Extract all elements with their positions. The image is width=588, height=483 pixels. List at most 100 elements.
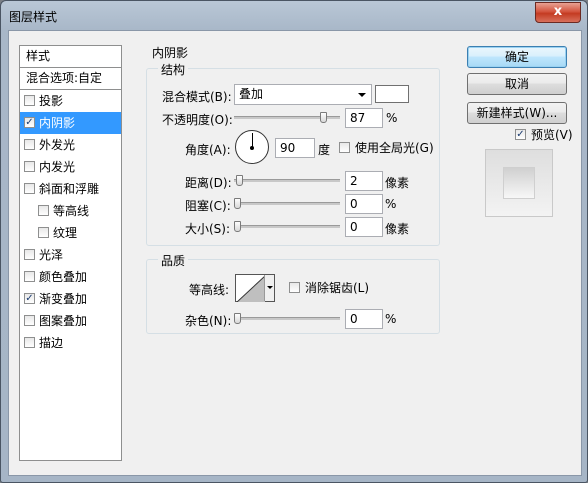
opacity-slider-thumb[interactable] (320, 112, 327, 123)
structure-title: 结构 (158, 61, 189, 78)
window-title: 图层样式 (9, 10, 58, 24)
choke-input[interactable]: 0 (345, 194, 383, 214)
preview-checkbox[interactable]: ✓ 预览(V) (515, 128, 573, 142)
global-light-checkbox[interactable]: 使用全局光(G) (339, 141, 434, 155)
style-item-checkbox[interactable]: ✓ (24, 293, 35, 304)
layer-style-dialog: 图层样式 x 样式 混合选项:自定 投影 ✓ 内阴影外发光内发光斜面和浮雕等高线纹理… (0, 0, 588, 483)
style-item-checkbox[interactable]: ✓ (24, 117, 35, 128)
blend-mode-value: 叠加 (239, 87, 264, 101)
blend-mode-select[interactable]: 叠加 (234, 84, 372, 105)
angle-dial-center (250, 146, 254, 150)
choke-slider-track (234, 202, 340, 205)
styles-list: 样式 混合选项:自定 投影 ✓ 内阴影外发光内发光斜面和浮雕等高线纹理光泽颜色叠加 ✓… (19, 45, 122, 461)
size-input[interactable]: 0 (345, 217, 383, 237)
style-item[interactable]: 纹理 (20, 222, 121, 244)
distance-slider-thumb[interactable] (236, 175, 243, 186)
anti-alias-checkbox[interactable]: 消除锯齿(L) (289, 281, 369, 295)
style-item-label: 斜面和浮雕 (39, 182, 100, 196)
contour-curve-icon (237, 276, 265, 302)
style-item-checkbox[interactable] (24, 161, 35, 172)
style-item-label: 光泽 (39, 248, 64, 262)
style-preview-thumbnail (485, 149, 553, 217)
distance-slider[interactable] (234, 175, 340, 187)
style-item-label: 内发光 (39, 160, 76, 174)
opacity-label: 不透明度(O): (162, 113, 233, 127)
noise-label: 杂色(N): (185, 314, 232, 328)
style-item[interactable]: 图案叠加 (20, 310, 121, 332)
style-item-label: 纹理 (53, 226, 78, 240)
title-bar[interactable]: 图层样式 x (1, 1, 587, 29)
style-item[interactable]: 外发光 (20, 134, 121, 156)
style-item-checkbox[interactable] (24, 139, 35, 150)
style-item-checkbox[interactable] (24, 315, 35, 326)
style-item-label: 渐变叠加 (39, 292, 88, 306)
style-item-label: 等高线 (53, 204, 90, 218)
distance-unit: 像素 (385, 176, 410, 190)
style-item[interactable]: ✓ 渐变叠加 (20, 288, 121, 310)
ok-button[interactable]: 确定 (467, 46, 567, 68)
close-icon: x (553, 4, 563, 19)
styles-header[interactable]: 样式 (20, 46, 121, 68)
cancel-button[interactable]: 取消 (467, 73, 567, 95)
style-item-label: 颜色叠加 (39, 270, 88, 284)
shadow-color-swatch[interactable] (375, 85, 409, 103)
noise-unit: % (385, 312, 397, 326)
style-item-checkbox[interactable] (24, 95, 35, 106)
angle-label: 角度(A): (185, 143, 231, 157)
noise-slider-thumb[interactable] (234, 313, 241, 324)
style-items: 投影 ✓ 内阴影外发光内发光斜面和浮雕等高线纹理光泽颜色叠加 ✓ 渐变叠加图案叠加描边 (20, 90, 121, 354)
quality-title: 品质 (158, 252, 189, 269)
style-item-checkbox[interactable] (24, 271, 35, 282)
dialog-client-area: 样式 混合选项:自定 投影 ✓ 内阴影外发光内发光斜面和浮雕等高线纹理光泽颜色叠加 ✓… (8, 30, 582, 476)
style-item-label: 外发光 (39, 138, 76, 152)
global-light-checkbox-box[interactable] (339, 142, 350, 153)
preview-label: 预览(V) (531, 128, 573, 142)
opacity-slider[interactable] (234, 112, 340, 124)
style-item-label: 图案叠加 (39, 314, 88, 328)
style-item-checkbox[interactable] (38, 227, 49, 238)
style-item[interactable]: 内发光 (20, 156, 121, 178)
anti-alias-checkbox-box[interactable] (289, 282, 300, 293)
angle-unit: 度 (318, 143, 331, 157)
style-item[interactable]: 光泽 (20, 244, 121, 266)
opacity-input[interactable]: 87 (345, 108, 383, 128)
noise-input[interactable]: 0 (345, 309, 383, 329)
choke-slider[interactable] (234, 198, 340, 210)
close-button[interactable]: x (535, 2, 581, 23)
style-item[interactable]: 等高线 (20, 200, 121, 222)
distance-input[interactable]: 2 (345, 171, 383, 191)
noise-slider[interactable] (234, 313, 340, 325)
angle-dial[interactable] (235, 130, 269, 164)
style-item[interactable]: 斜面和浮雕 (20, 178, 121, 200)
preview-checkbox-box[interactable]: ✓ (515, 129, 526, 140)
blending-options-item[interactable]: 混合选项:自定 (20, 68, 121, 90)
new-style-button[interactable]: 新建样式(W)... (467, 102, 567, 124)
distance-slider-track (234, 179, 340, 182)
style-item-checkbox[interactable] (24, 183, 35, 194)
choke-slider-thumb[interactable] (234, 198, 241, 209)
chevron-down-icon (358, 93, 366, 97)
noise-slider-track (234, 317, 340, 320)
style-item[interactable]: 描边 (20, 332, 121, 354)
style-item-label: 描边 (39, 336, 64, 350)
size-slider-track (234, 225, 340, 228)
style-item[interactable]: 颜色叠加 (20, 266, 121, 288)
angle-input[interactable]: 90 (275, 138, 315, 158)
style-item[interactable]: 投影 (20, 90, 121, 112)
style-item-label: 内阴影 (39, 116, 76, 130)
size-slider[interactable] (234, 221, 340, 233)
blend-mode-label: 混合模式(B): (162, 90, 232, 104)
style-item-checkbox[interactable] (38, 205, 49, 216)
style-item[interactable]: ✓ 内阴影 (20, 112, 121, 134)
style-item-label: 投影 (39, 94, 64, 108)
distance-label: 距离(D): (185, 176, 232, 190)
contour-picker[interactable] (235, 274, 275, 302)
opacity-unit: % (386, 111, 398, 125)
section-title: 内阴影 (152, 46, 189, 60)
style-item-checkbox[interactable] (24, 249, 35, 260)
style-item-checkbox[interactable] (24, 337, 35, 348)
choke-label: 阻塞(C): (185, 199, 231, 213)
contour-dropdown-icon[interactable] (264, 275, 274, 301)
size-slider-thumb[interactable] (234, 221, 241, 232)
global-light-label: 使用全局光(G) (355, 141, 434, 155)
